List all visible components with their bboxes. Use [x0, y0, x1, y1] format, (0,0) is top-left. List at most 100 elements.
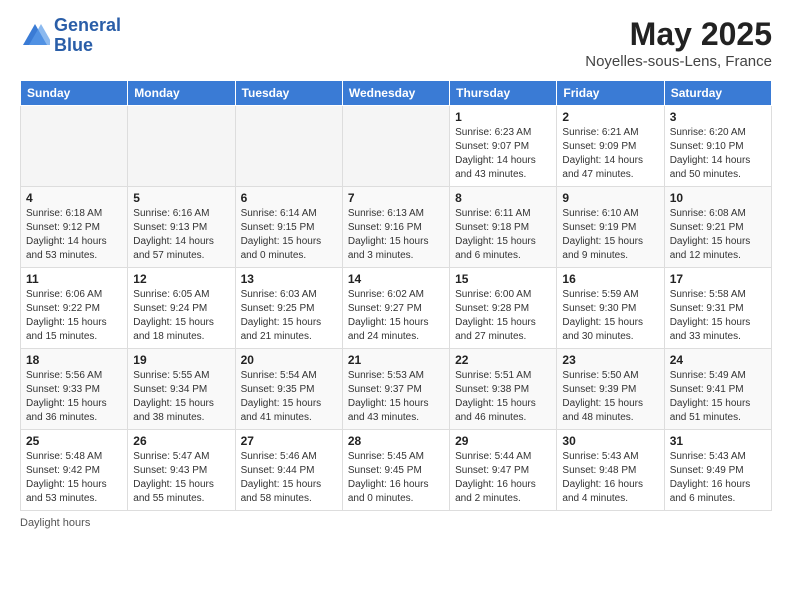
- logo-icon: [20, 21, 50, 51]
- calendar-cell: 19 Sunrise: 5:55 AM Sunset: 9:34 PM Dayli…: [128, 349, 235, 430]
- day-info: Sunrise: 6:16 AM Sunset: 9:13 PM Dayligh…: [133, 207, 229, 263]
- day-info: Sunrise: 6:08 AM Sunset: 9:21 PM Dayligh…: [670, 207, 766, 263]
- calendar-table: SundayMondayTuesdayWednesdayThursdayFrid…: [20, 80, 772, 511]
- day-number: 15: [455, 272, 551, 286]
- day-info: Sunrise: 5:59 AM Sunset: 9:30 PM Dayligh…: [562, 288, 658, 344]
- calendar-cell: 3 Sunrise: 6:20 AM Sunset: 9:10 PM Daylig…: [664, 106, 771, 187]
- day-number: 14: [348, 272, 444, 286]
- calendar-cell: 9 Sunrise: 6:10 AM Sunset: 9:19 PM Daylig…: [557, 187, 664, 268]
- calendar-cell: 20Sunrise: 5:54 AM Sunset: 9:35 PM Dayli…: [235, 349, 342, 430]
- day-info: Sunrise: 6:02 AM Sunset: 9:27 PM Dayligh…: [348, 288, 444, 344]
- day-number: 8: [455, 191, 551, 205]
- day-number: 27: [241, 434, 337, 448]
- day-info: Sunrise: 6:06 AM Sunset: 9:22 PM Dayligh…: [26, 288, 122, 344]
- calendar-cell: 11 Sunrise: 6:06 AM Sunset: 9:22 PM Dayli…: [21, 268, 128, 349]
- day-info: Sunrise: 5:53 AM Sunset: 9:37 PM Dayligh…: [348, 369, 444, 425]
- calendar-header: SundayMondayTuesdayWednesdayThursdayFrid…: [21, 81, 772, 106]
- calendar-cell: [342, 106, 449, 187]
- logo: General Blue: [20, 16, 121, 56]
- day-number: 12: [133, 272, 229, 286]
- day-number: 13: [241, 272, 337, 286]
- day-info: Sunrise: 5:43 AM Sunset: 9:48 PM Dayligh…: [562, 450, 658, 506]
- day-number: 18: [26, 353, 122, 367]
- day-number: 24: [670, 353, 766, 367]
- day-info: Sunrise: 5:56 AM Sunset: 9:33 PM Dayligh…: [26, 369, 122, 425]
- logo-text: General Blue: [54, 16, 121, 56]
- day-number: 19: [133, 353, 229, 367]
- calendar-week-2: 4Sunrise: 6:18 AM Sunset: 9:12 PM Daylig…: [21, 187, 772, 268]
- calendar-week-5: 25Sunrise: 5:48 AM Sunset: 9:42 PM Dayli…: [21, 430, 772, 511]
- day-info: Sunrise: 6:05 AM Sunset: 9:24 PM Dayligh…: [133, 288, 229, 344]
- day-number: 20: [241, 353, 337, 367]
- day-number: 21: [348, 353, 444, 367]
- day-number: 7: [348, 191, 444, 205]
- day-info: Sunrise: 6:13 AM Sunset: 9:16 PM Dayligh…: [348, 207, 444, 263]
- calendar-cell: [235, 106, 342, 187]
- day-number: 31: [670, 434, 766, 448]
- day-number: 17: [670, 272, 766, 286]
- day-number: 26: [133, 434, 229, 448]
- calendar-cell: 16 Sunrise: 5:59 AM Sunset: 9:30 PM Dayli…: [557, 268, 664, 349]
- weekday-header-monday: Monday: [128, 81, 235, 106]
- calendar-cell: 6Sunrise: 6:14 AM Sunset: 9:15 PM Daylig…: [235, 187, 342, 268]
- month-title: May 2025: [585, 16, 772, 53]
- day-info: Sunrise: 5:49 AM Sunset: 9:41 PM Dayligh…: [670, 369, 766, 425]
- day-number: 23: [562, 353, 658, 367]
- weekday-header-tuesday: Tuesday: [235, 81, 342, 106]
- weekday-header-thursday: Thursday: [450, 81, 557, 106]
- logo-line1: General: [54, 16, 121, 36]
- daylight-label: Daylight hours: [20, 517, 90, 529]
- day-info: Sunrise: 5:46 AM Sunset: 9:44 PM Dayligh…: [241, 450, 337, 506]
- location: Noyelles-sous-Lens, France: [585, 53, 772, 70]
- calendar-cell: 27 Sunrise: 5:46 AM Sunset: 9:44 PM Dayli…: [235, 430, 342, 511]
- calendar-cell: 5 Sunrise: 6:16 AM Sunset: 9:13 PM Daylig…: [128, 187, 235, 268]
- weekday-header-friday: Friday: [557, 81, 664, 106]
- calendar-cell: 14 Sunrise: 6:02 AM Sunset: 9:27 PM Dayli…: [342, 268, 449, 349]
- calendar-cell: 4Sunrise: 6:18 AM Sunset: 9:12 PM Daylig…: [21, 187, 128, 268]
- calendar-cell: 29 Sunrise: 5:44 AM Sunset: 9:47 PM Dayli…: [450, 430, 557, 511]
- calendar-cell: 1 Sunrise: 6:23 AM Sunset: 9:07 PM Daylig…: [450, 106, 557, 187]
- day-number: 28: [348, 434, 444, 448]
- day-number: 9: [562, 191, 658, 205]
- day-info: Sunrise: 6:11 AM Sunset: 9:18 PM Dayligh…: [455, 207, 551, 263]
- calendar-body: 1 Sunrise: 6:23 AM Sunset: 9:07 PM Daylig…: [21, 106, 772, 511]
- day-info: Sunrise: 5:55 AM Sunset: 9:34 PM Dayligh…: [133, 369, 229, 425]
- day-info: Sunrise: 5:43 AM Sunset: 9:49 PM Dayligh…: [670, 450, 766, 506]
- day-info: Sunrise: 6:21 AM Sunset: 9:09 PM Dayligh…: [562, 126, 658, 182]
- day-info: Sunrise: 6:20 AM Sunset: 9:10 PM Dayligh…: [670, 126, 766, 182]
- calendar-cell: 22 Sunrise: 5:51 AM Sunset: 9:38 PM Dayli…: [450, 349, 557, 430]
- day-info: Sunrise: 6:14 AM Sunset: 9:15 PM Dayligh…: [241, 207, 337, 263]
- day-info: Sunrise: 6:23 AM Sunset: 9:07 PM Dayligh…: [455, 126, 551, 182]
- calendar-cell: 25Sunrise: 5:48 AM Sunset: 9:42 PM Dayli…: [21, 430, 128, 511]
- calendar-cell: 23 Sunrise: 5:50 AM Sunset: 9:39 PM Dayli…: [557, 349, 664, 430]
- day-info: Sunrise: 5:50 AM Sunset: 9:39 PM Dayligh…: [562, 369, 658, 425]
- day-number: 2: [562, 110, 658, 124]
- calendar-cell: [21, 106, 128, 187]
- page: General Blue May 2025 Noyelles-sous-Lens…: [0, 0, 792, 539]
- calendar-cell: 26 Sunrise: 5:47 AM Sunset: 9:43 PM Dayli…: [128, 430, 235, 511]
- day-info: Sunrise: 5:51 AM Sunset: 9:38 PM Dayligh…: [455, 369, 551, 425]
- logo-line2: Blue: [54, 36, 121, 56]
- calendar-cell: 8 Sunrise: 6:11 AM Sunset: 9:18 PM Daylig…: [450, 187, 557, 268]
- day-info: Sunrise: 6:18 AM Sunset: 9:12 PM Dayligh…: [26, 207, 122, 263]
- day-info: Sunrise: 6:10 AM Sunset: 9:19 PM Dayligh…: [562, 207, 658, 263]
- calendar-cell: 10Sunrise: 6:08 AM Sunset: 9:21 PM Dayli…: [664, 187, 771, 268]
- day-number: 1: [455, 110, 551, 124]
- day-number: 29: [455, 434, 551, 448]
- calendar-cell: 18 Sunrise: 5:56 AM Sunset: 9:33 PM Dayli…: [21, 349, 128, 430]
- calendar-cell: 21 Sunrise: 5:53 AM Sunset: 9:37 PM Dayli…: [342, 349, 449, 430]
- day-number: 25: [26, 434, 122, 448]
- day-number: 11: [26, 272, 122, 286]
- weekday-header-wednesday: Wednesday: [342, 81, 449, 106]
- calendar-cell: 2 Sunrise: 6:21 AM Sunset: 9:09 PM Daylig…: [557, 106, 664, 187]
- day-info: Sunrise: 6:00 AM Sunset: 9:28 PM Dayligh…: [455, 288, 551, 344]
- calendar-week-3: 11 Sunrise: 6:06 AM Sunset: 9:22 PM Dayli…: [21, 268, 772, 349]
- header: General Blue May 2025 Noyelles-sous-Lens…: [20, 16, 772, 70]
- day-number: 3: [670, 110, 766, 124]
- day-number: 5: [133, 191, 229, 205]
- day-info: Sunrise: 5:47 AM Sunset: 9:43 PM Dayligh…: [133, 450, 229, 506]
- day-number: 22: [455, 353, 551, 367]
- day-number: 30: [562, 434, 658, 448]
- day-info: Sunrise: 5:44 AM Sunset: 9:47 PM Dayligh…: [455, 450, 551, 506]
- day-number: 16: [562, 272, 658, 286]
